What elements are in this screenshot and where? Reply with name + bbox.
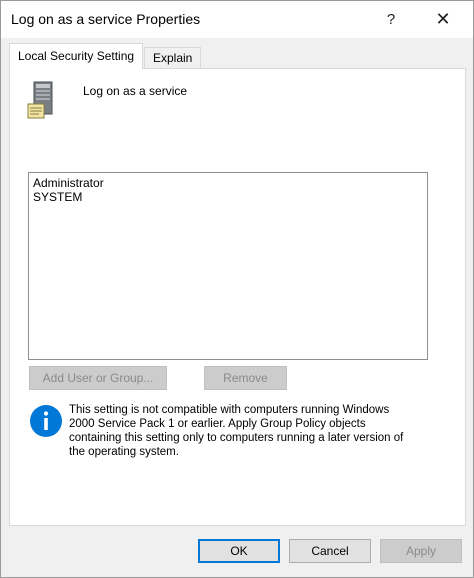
remove-button[interactable]: Remove <box>204 366 287 390</box>
compatibility-note: This setting is not compatible with comp… <box>69 404 404 458</box>
ok-button[interactable]: OK <box>198 539 280 563</box>
close-icon: ✕ <box>435 9 451 29</box>
tab-strip: Local Security Setting Explain <box>9 43 465 69</box>
close-button[interactable]: ✕ <box>420 1 466 38</box>
help-button[interactable]: ? <box>368 1 414 38</box>
info-icon <box>30 405 62 437</box>
properties-dialog: Log on as a service Properties ? ✕ Local… <box>0 0 474 578</box>
settings-panel: Log on as a service Administrator SYSTEM… <box>9 68 466 526</box>
title-bar: Log on as a service Properties ? ✕ <box>1 1 473 38</box>
tab-local-security-setting[interactable]: Local Security Setting <box>9 43 144 69</box>
window-title: Log on as a service Properties <box>11 11 201 27</box>
tab-explain[interactable]: Explain <box>144 47 202 68</box>
add-user-or-group-button[interactable]: Add User or Group... <box>29 366 167 390</box>
policy-name: Log on as a service <box>83 84 188 98</box>
list-item[interactable]: SYSTEM <box>33 190 82 204</box>
members-listbox[interactable]: Administrator SYSTEM <box>28 172 428 360</box>
cancel-button[interactable]: Cancel <box>289 539 371 563</box>
apply-button[interactable]: Apply <box>380 539 462 563</box>
server-icon <box>27 81 53 119</box>
list-item[interactable]: Administrator <box>33 176 104 190</box>
